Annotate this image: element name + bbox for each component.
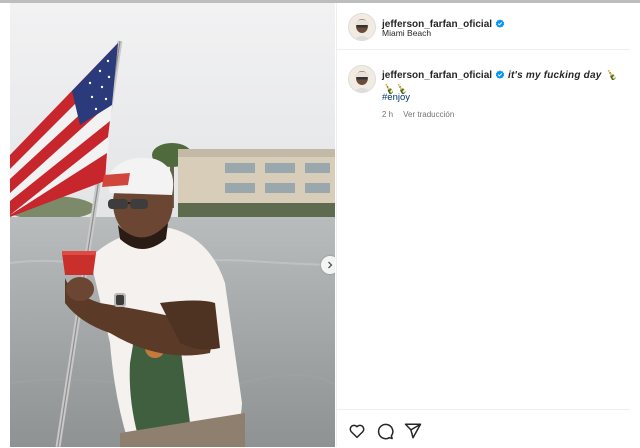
paper-plane-icon bbox=[404, 423, 422, 439]
post-time: 2 h bbox=[382, 110, 394, 119]
caption-username[interactable]: jefferson_farfan_oficial bbox=[382, 70, 492, 81]
chevron-right-icon bbox=[328, 261, 333, 269]
action-bar bbox=[337, 409, 631, 448]
post-photo[interactable] bbox=[10, 3, 335, 447]
like-button[interactable] bbox=[348, 422, 366, 440]
right-margin bbox=[630, 3, 640, 447]
caption: jefferson_farfan_oficial it's my fucking… bbox=[382, 69, 627, 97]
post-header: jefferson_farfan_oficial Miami Beach bbox=[337, 3, 631, 50]
post-details-panel: jefferson_farfan_oficial Miami Beach jef… bbox=[336, 3, 631, 447]
left-margin bbox=[0, 3, 10, 447]
next-photo-button[interactable] bbox=[321, 256, 335, 274]
avatar-image bbox=[349, 14, 375, 40]
caption-meta: 2 h Ver traducción bbox=[382, 110, 464, 119]
comment-bubble-icon bbox=[377, 423, 394, 440]
hashtag-link[interactable]: #enjoy bbox=[382, 92, 410, 103]
avatar[interactable] bbox=[348, 13, 376, 41]
location-link[interactable]: Miami Beach bbox=[382, 28, 431, 38]
verified-badge-icon bbox=[495, 19, 505, 28]
heart-icon bbox=[349, 424, 365, 439]
caption-avatar[interactable] bbox=[348, 65, 376, 93]
photo-illustration bbox=[10, 3, 335, 447]
share-button[interactable] bbox=[404, 422, 422, 440]
comment-button[interactable] bbox=[376, 422, 394, 440]
avatar-image bbox=[349, 66, 375, 92]
see-translation-link[interactable]: Ver traducción bbox=[403, 110, 454, 119]
verified-badge-icon bbox=[495, 70, 505, 79]
